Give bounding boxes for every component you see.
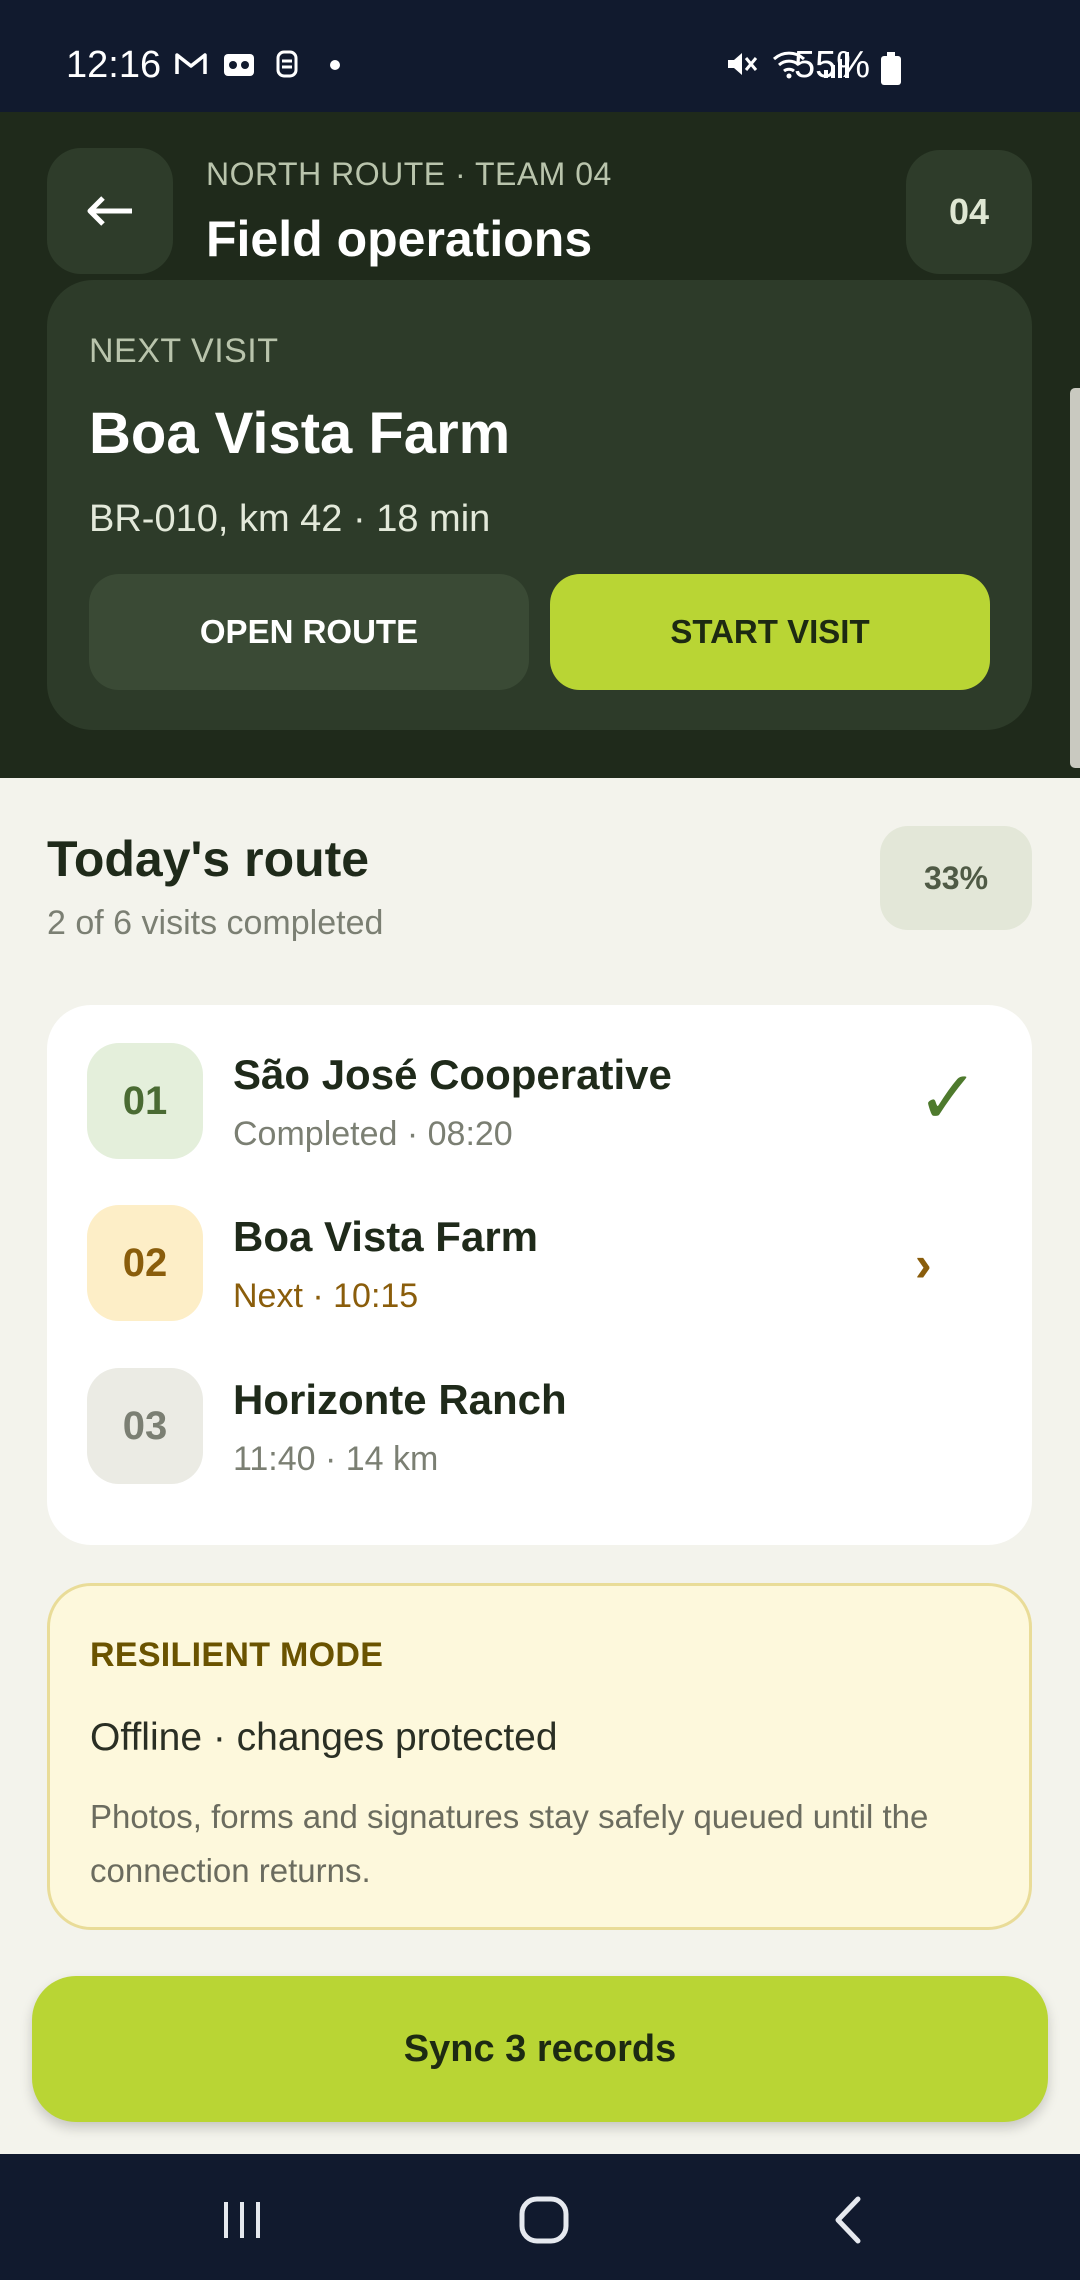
next-visit-name: Boa Vista Farm bbox=[89, 401, 511, 466]
visit-list: 01 São José Cooperative Completed · 08:2… bbox=[47, 1005, 1032, 1545]
back-button[interactable] bbox=[47, 148, 173, 274]
page-title: Field operations bbox=[206, 211, 593, 267]
resilient-mode-label: RESILIENT MODE bbox=[90, 1636, 384, 1674]
header: NORTH ROUTE · TEAM 04 Field operations 0… bbox=[0, 112, 1080, 778]
visit-status: 11:40 · 14 km bbox=[233, 1440, 439, 1478]
visit-name: Boa Vista Farm bbox=[233, 1213, 539, 1260]
next-visit-detail: BR-010, km 42 · 18 min bbox=[89, 498, 491, 540]
resilient-description: Photos, forms and signatures stay safely… bbox=[90, 1798, 929, 1889]
progress-badge: 33% bbox=[880, 826, 1032, 930]
start-visit-button[interactable]: START VISIT bbox=[550, 574, 990, 690]
scrollbar[interactable] bbox=[1070, 388, 1080, 768]
home-icon[interactable] bbox=[514, 2190, 574, 2250]
visit-status: Completed · 08:20 bbox=[233, 1115, 513, 1153]
visit-name: Horizonte Ranch bbox=[233, 1376, 567, 1423]
gmail-icon bbox=[175, 53, 207, 74]
status-bar: 12:16 55% bbox=[0, 0, 1080, 112]
team-badge[interactable]: 04 bbox=[906, 150, 1032, 274]
resilient-mode-card: RESILIENT MODE Offline · changes protect… bbox=[47, 1583, 1032, 1930]
next-visit-card: NEXT VISIT Boa Vista Farm BR-010, km 42 … bbox=[47, 280, 1032, 730]
mute-icon bbox=[728, 53, 758, 75]
offline-status: Offline · changes protected bbox=[90, 1716, 558, 1759]
arrow-left-icon bbox=[87, 196, 132, 226]
voicemail-icon bbox=[224, 54, 254, 76]
sync-records-button[interactable]: Sync 3 records bbox=[32, 1976, 1048, 2122]
visit-row-02[interactable]: 02 Boa Vista Farm Next · 10:15 › bbox=[47, 1205, 1032, 1323]
chevron-right-icon[interactable]: › bbox=[915, 1235, 932, 1293]
check-icon: ✓ bbox=[917, 1056, 980, 1139]
open-route-button[interactable]: OPEN ROUTE bbox=[89, 574, 529, 690]
recent-apps-icon[interactable] bbox=[212, 2190, 272, 2250]
battery-icon bbox=[881, 52, 901, 85]
visit-name: São José Cooperative bbox=[233, 1051, 672, 1098]
visit-row-03[interactable]: 03 Horizonte Ranch 11:40 · 14 km bbox=[47, 1368, 1032, 1486]
navigation-bar bbox=[0, 2154, 1080, 2280]
visit-number: 01 bbox=[87, 1043, 203, 1159]
dot-icon bbox=[330, 60, 340, 70]
notification-icon bbox=[276, 50, 298, 78]
status-time: 12:16 bbox=[66, 44, 162, 86]
visit-number: 02 bbox=[87, 1205, 203, 1321]
battery-percent: 55% bbox=[793, 44, 870, 86]
visit-number: 03 bbox=[87, 1368, 203, 1484]
section-subtitle: 2 of 6 visits completed bbox=[47, 904, 384, 942]
section-title: Today's route bbox=[47, 831, 370, 887]
visit-status: Next · 10:15 bbox=[233, 1277, 419, 1315]
back-icon[interactable] bbox=[818, 2190, 878, 2250]
next-visit-label: NEXT VISIT bbox=[89, 332, 279, 370]
visit-row-01[interactable]: 01 São José Cooperative Completed · 08:2… bbox=[47, 1043, 1032, 1161]
notification-icons bbox=[174, 48, 352, 80]
route-meta: NORTH ROUTE · TEAM 04 bbox=[206, 156, 612, 192]
